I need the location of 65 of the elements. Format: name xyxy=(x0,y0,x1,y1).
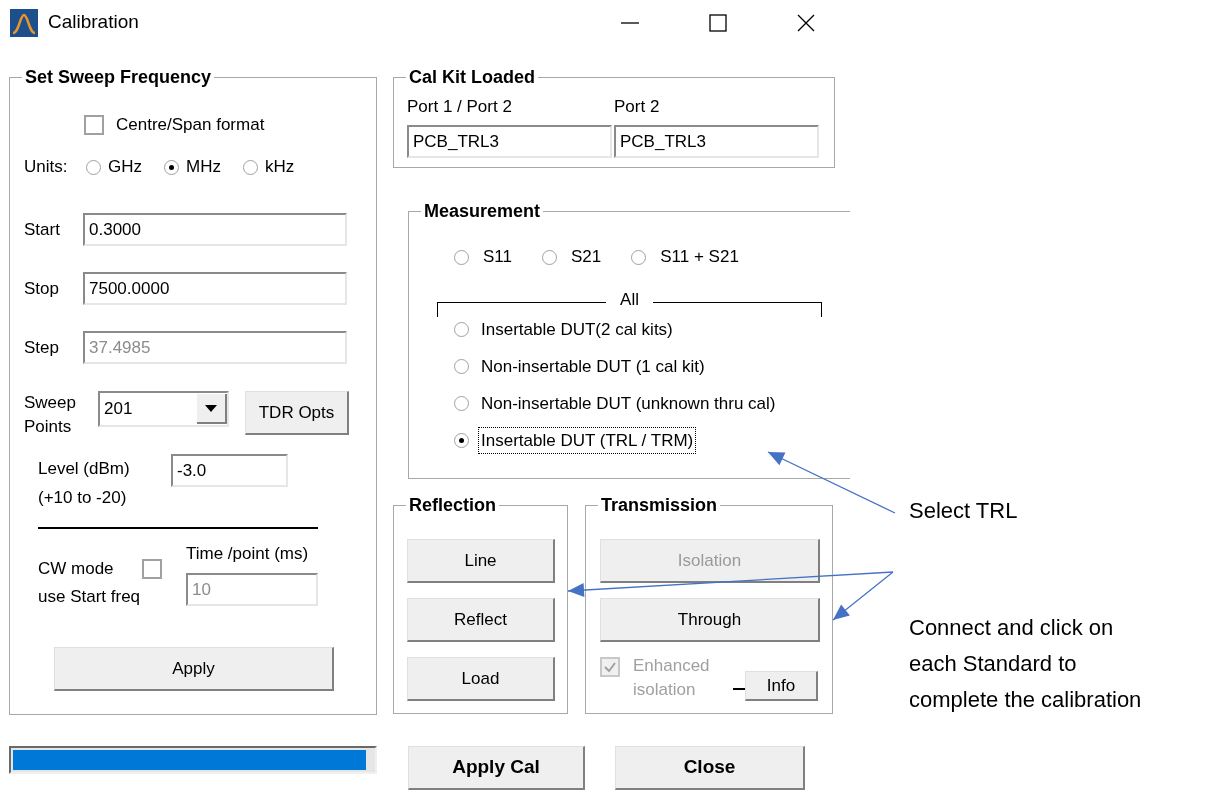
annotation-text: Connect and click on each Standard to complete the calibration xyxy=(909,614,1142,714)
radio-button[interactable] xyxy=(86,159,101,175)
apply-cal-button[interactable]: Apply Cal xyxy=(408,746,585,790)
radio-label: Non-insertable DUT (1 cal kit) xyxy=(480,355,706,378)
radio-button[interactable] xyxy=(454,249,469,265)
radio-label: S21 xyxy=(571,246,602,269)
group-title: Reflection xyxy=(408,495,497,515)
field-label: Stop xyxy=(24,277,60,300)
dropdown[interactable]: 201 xyxy=(98,391,229,427)
info-button[interactable]: Info xyxy=(745,671,818,701)
checkmark-icon xyxy=(603,660,617,674)
port-label: Port 2 xyxy=(614,96,661,118)
radio-label: S11 xyxy=(483,246,512,269)
radio-label: Insertable DUT (TRL / TRM) xyxy=(478,426,697,455)
radio-label: S11 + S21 xyxy=(660,246,739,269)
text-field[interactable]: 7500.0000 xyxy=(83,272,347,305)
checkbox-label: Enhanced isolation xyxy=(633,655,711,701)
radio-button[interactable] xyxy=(454,433,469,448)
field-label: Sweep Points xyxy=(24,392,77,438)
tdr-options-button[interactable]: TDR Opts xyxy=(245,391,349,435)
radio-button[interactable] xyxy=(542,249,557,265)
minimize-icon xyxy=(621,21,639,24)
radio-label: Insertable DUT(2 cal kits) xyxy=(480,318,674,341)
checkbox[interactable] xyxy=(84,115,104,135)
group-title: Transmission xyxy=(600,495,719,515)
units-label: Units: xyxy=(24,156,69,179)
cw-mode-sublabel: use Start freq xyxy=(38,586,142,608)
checkbox-label: Centre/Span format xyxy=(116,114,265,137)
maximize-icon xyxy=(709,13,727,32)
level-label: Level (dBm) xyxy=(38,458,131,480)
text-field[interactable]: PCB_TRL3 xyxy=(614,125,819,158)
radio-label: MHz xyxy=(186,156,221,179)
standard-button[interactable]: Line xyxy=(407,539,555,583)
cw-mode-label: CW mode xyxy=(38,558,115,581)
radio-label: kHz xyxy=(264,156,295,179)
text-field[interactable]: PCB_TRL3 xyxy=(407,125,612,158)
annotation-text: Select TRL xyxy=(909,497,1019,525)
apply-button[interactable]: Apply xyxy=(54,647,334,691)
port-label: Port 1 / Port 2 xyxy=(407,96,513,118)
field-label: Step xyxy=(24,336,60,359)
standard-button[interactable]: Through xyxy=(600,598,820,642)
window-title: Calibration xyxy=(48,10,139,35)
group-label: All xyxy=(619,290,640,311)
radio-button[interactable] xyxy=(164,159,179,175)
field-label: Start xyxy=(24,218,61,241)
radio-label: Non-insertable DUT (unknown thru cal) xyxy=(480,392,777,415)
radio-label: GHz xyxy=(108,156,142,179)
standard-button[interactable]: Reflect xyxy=(407,598,555,642)
checkbox[interactable] xyxy=(142,559,162,579)
text-field[interactable]: 0.3000 xyxy=(83,213,347,246)
close-icon xyxy=(797,13,815,32)
app-icon xyxy=(10,8,38,37)
group-title: Set Sweep Frequency xyxy=(24,67,213,87)
radio-button[interactable] xyxy=(454,396,469,411)
radio-button[interactable] xyxy=(454,322,469,337)
radio-button[interactable] xyxy=(242,159,258,175)
group-title: Cal Kit Loaded xyxy=(408,67,536,87)
radio-button[interactable] xyxy=(631,249,647,265)
level-range: (+10 to -20) xyxy=(38,487,128,509)
close-button[interactable]: Close xyxy=(615,746,805,790)
field-label: Time /point (ms) xyxy=(186,543,310,565)
standard-button[interactable]: Load xyxy=(407,657,555,701)
group-title: Measurement xyxy=(423,201,542,221)
text-field[interactable]: -3.0 xyxy=(171,454,288,487)
radio-button[interactable] xyxy=(454,359,469,374)
